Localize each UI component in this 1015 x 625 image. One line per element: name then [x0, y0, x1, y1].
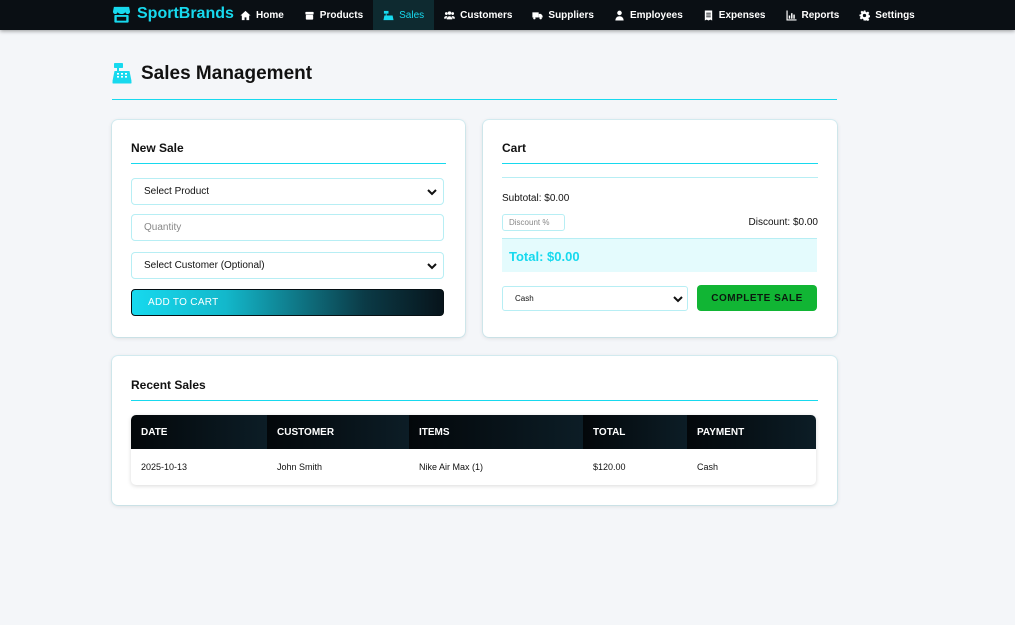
- payment-method-value: Cash: [515, 294, 534, 303]
- total-text: Total: $0.00: [509, 249, 580, 264]
- nav-item-customers[interactable]: Customers: [434, 0, 522, 30]
- brand-name: SportBrands: [137, 5, 234, 22]
- nav-item-label: Reports: [801, 9, 840, 21]
- cash-register-icon: [112, 63, 132, 84]
- nav-item-label: Home: [256, 9, 284, 21]
- nav-item-label: Customers: [460, 9, 513, 21]
- cart-card: Cart Subtotal: $0.00 Discount % Discount…: [483, 120, 837, 337]
- store-icon: [112, 6, 131, 23]
- users-icon: [444, 10, 456, 19]
- discount-input[interactable]: Discount %: [502, 214, 565, 231]
- column-header-payment[interactable]: PAYMENT: [687, 415, 816, 449]
- cash-register-icon: [383, 10, 394, 20]
- discount-placeholder: Discount %: [509, 218, 550, 227]
- subtotal-text: Subtotal: $0.00: [502, 193, 570, 204]
- new-sale-title: New Sale: [131, 141, 184, 155]
- truck-icon: [532, 11, 544, 19]
- quantity-input[interactable]: Quantity: [131, 214, 444, 241]
- table-header: DATE CUSTOMER ITEMS TOTAL PAYMENT: [131, 415, 816, 449]
- new-sale-card: New Sale Select Product Quantity Select …: [112, 120, 465, 337]
- customer-select-value: Select Customer (Optional): [144, 260, 265, 271]
- card-divider: [502, 163, 818, 164]
- total-box: Total: $0.00: [502, 238, 817, 272]
- receipt-icon: [704, 9, 712, 21]
- nav-item-reports[interactable]: Reports: [776, 0, 850, 30]
- chevron-down-icon: [673, 296, 683, 303]
- column-header-total[interactable]: TOTAL: [583, 415, 687, 449]
- nav-item-home[interactable]: Home: [230, 0, 294, 30]
- nav-item-label: Expenses: [718, 9, 766, 21]
- cell-date: 2025-10-13: [141, 462, 188, 472]
- user-icon: [615, 10, 624, 21]
- table-row[interactable]: 2025-10-13 John Smith Nike Air Max (1) $…: [131, 449, 816, 485]
- customer-select[interactable]: Select Customer (Optional): [131, 252, 444, 279]
- page-header: Sales Management: [112, 62, 837, 100]
- chart-icon: [785, 9, 797, 21]
- product-select[interactable]: Select Product: [131, 178, 444, 205]
- column-header-customer[interactable]: CUSTOMER: [267, 415, 409, 449]
- nav-item-label: Sales: [399, 9, 425, 21]
- cell-total: $120.00: [593, 462, 626, 472]
- column-header-items[interactable]: ITEMS: [409, 415, 583, 449]
- nav-item-settings[interactable]: Settings: [849, 0, 924, 30]
- cart-title: Cart: [502, 141, 527, 155]
- nav-item-label: Products: [319, 9, 364, 21]
- recent-sales-table: DATE CUSTOMER ITEMS TOTAL PAYMENT 2025-1…: [131, 415, 816, 485]
- quantity-placeholder: Quantity: [144, 222, 182, 233]
- nav-item-expenses[interactable]: Expenses: [693, 0, 776, 30]
- nav-menu: Home Products Sales Customers Suppliers …: [230, 0, 925, 30]
- page-title: Sales Management: [141, 63, 313, 84]
- nav-item-label: Employees: [629, 9, 683, 21]
- product-select-value: Select Product: [144, 186, 210, 197]
- cell-customer: John Smith: [277, 462, 323, 472]
- discount-amount: Discount: $0.00: [748, 217, 819, 228]
- card-divider: [131, 400, 818, 401]
- add-to-cart-button[interactable]: ADD TO CART: [131, 289, 444, 316]
- cell-items: Nike Air Max (1): [419, 462, 484, 472]
- complete-sale-button[interactable]: COMPLETE SALE: [697, 285, 817, 311]
- column-header-date[interactable]: DATE: [131, 415, 267, 449]
- nav-item-products[interactable]: Products: [294, 0, 373, 30]
- nav-item-suppliers[interactable]: Suppliers: [522, 0, 604, 30]
- card-divider: [131, 163, 446, 164]
- cell-payment: Cash: [697, 462, 719, 472]
- box-icon: [305, 11, 314, 20]
- recent-sales-card: Recent Sales DATE CUSTOMER ITEMS TOTAL P…: [112, 356, 837, 505]
- recent-sales-title: Recent Sales: [131, 378, 206, 392]
- payment-method-select[interactable]: Cash: [502, 286, 688, 311]
- brand[interactable]: SportBrands: [112, 2, 234, 26]
- nav-item-sales[interactable]: Sales: [373, 0, 435, 30]
- nav-item-label: Suppliers: [548, 9, 594, 21]
- chevron-down-icon: [427, 189, 437, 196]
- top-navbar: SportBrands Home Products Sales Customer…: [0, 0, 1015, 30]
- nav-item-employees[interactable]: Employees: [604, 0, 693, 30]
- home-icon: [240, 10, 251, 20]
- gear-icon: [859, 9, 871, 21]
- cart-items-divider: [502, 177, 818, 178]
- nav-item-label: Settings: [875, 9, 915, 21]
- chevron-down-icon: [427, 263, 437, 270]
